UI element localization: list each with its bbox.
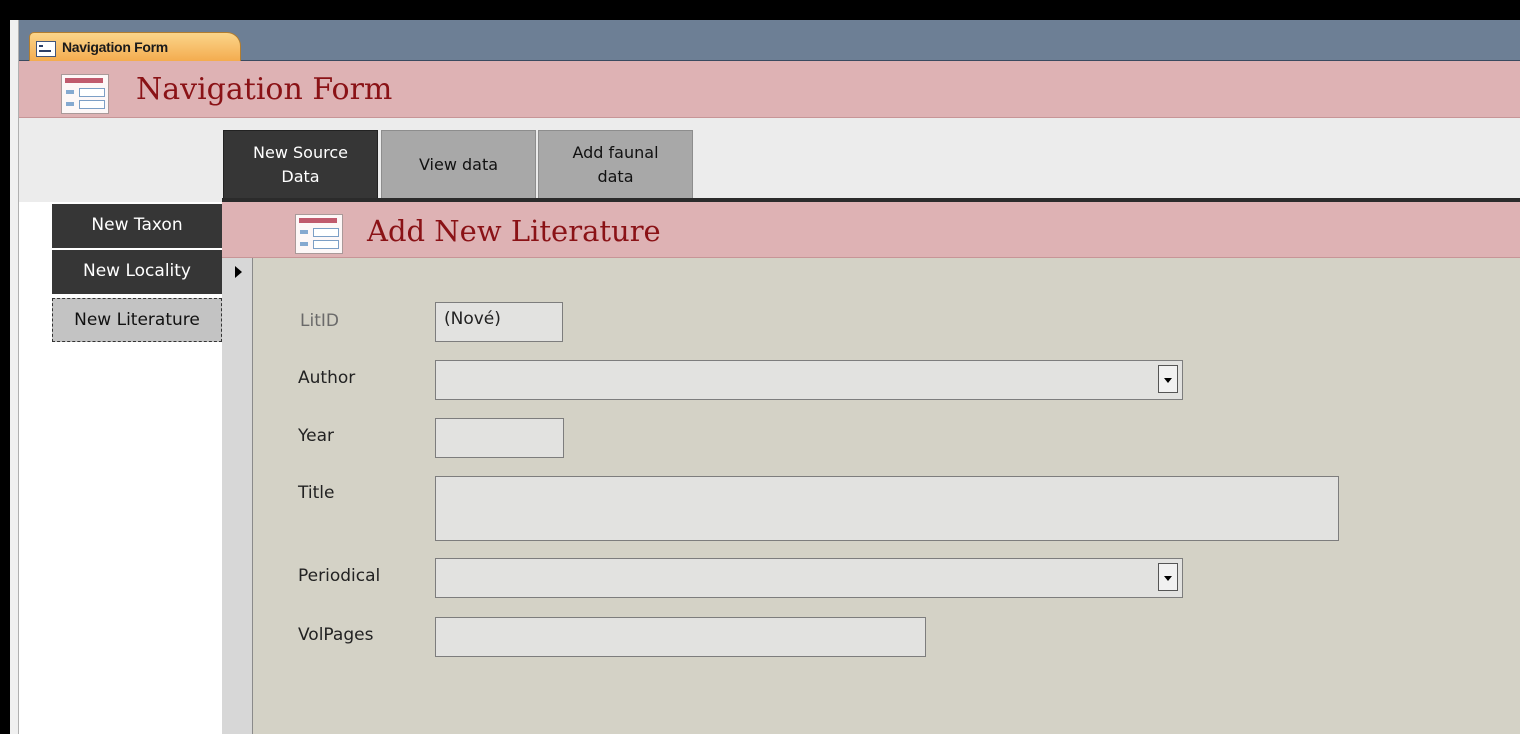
window-left-border [0,0,10,734]
tab-view-data[interactable]: View data [381,130,536,198]
year-label: Year [298,426,334,446]
document-tab-strip: Navigation Form [19,20,1520,63]
author-label: Author [298,368,356,388]
page-title: Navigation Form [136,72,393,107]
litid-label: LitID [300,311,339,331]
form-icon [295,214,343,254]
title-label: Title [298,483,335,503]
form-icon [36,41,56,57]
volpages-label: VolPages [298,625,374,645]
tab-label-line1: New Source [253,142,348,162]
subform-add-new-literature: Add New Literature LitID (Nové) Author Y… [222,202,1520,734]
tab-label-line2: Data [281,166,320,186]
nav-item-new-locality[interactable]: New Locality [52,250,222,294]
chevron-down-icon[interactable] [1158,365,1178,393]
access-window: Navigation Form Navigation Form New Sour… [0,0,1520,734]
current-record-arrow-icon [235,266,242,278]
document-tab-navigation-form[interactable]: Navigation Form [29,32,241,63]
nav-item-new-literature[interactable]: New Literature [52,298,222,342]
record-selector[interactable] [222,258,253,734]
title-field[interactable] [435,476,1339,541]
navigation-tabs: New Source Data View data Add faunal dat… [19,118,1520,198]
form-icon [61,74,109,114]
form-header: Navigation Form [19,61,1520,118]
year-field[interactable] [435,418,564,458]
window-top-border [0,0,1520,20]
document-tab-label: Navigation Form [62,39,168,55]
left-navigation: New Taxon New Locality New Literature [19,202,222,734]
litid-field[interactable]: (Nové) [435,302,563,342]
tab-label-line1: Add faunal [572,142,659,162]
tab-add-faunal-data[interactable]: Add faunal data [538,130,693,198]
subform-header: Add New Literature [222,202,1520,258]
author-combobox[interactable] [435,360,1183,400]
nav-item-new-taxon[interactable]: New Taxon [52,204,222,248]
window-gutter [10,20,19,734]
chevron-down-icon[interactable] [1158,563,1178,591]
volpages-field[interactable] [435,617,926,657]
periodical-label: Periodical [298,566,381,586]
subform-title: Add New Literature [367,214,661,248]
navigation-form: Navigation Form New Source Data View dat… [19,61,1520,734]
tab-label-line2: data [597,166,634,186]
tab-new-source-data[interactable]: New Source Data [223,130,378,198]
tab-label-line1: View data [418,154,499,174]
periodical-combobox[interactable] [435,558,1183,598]
